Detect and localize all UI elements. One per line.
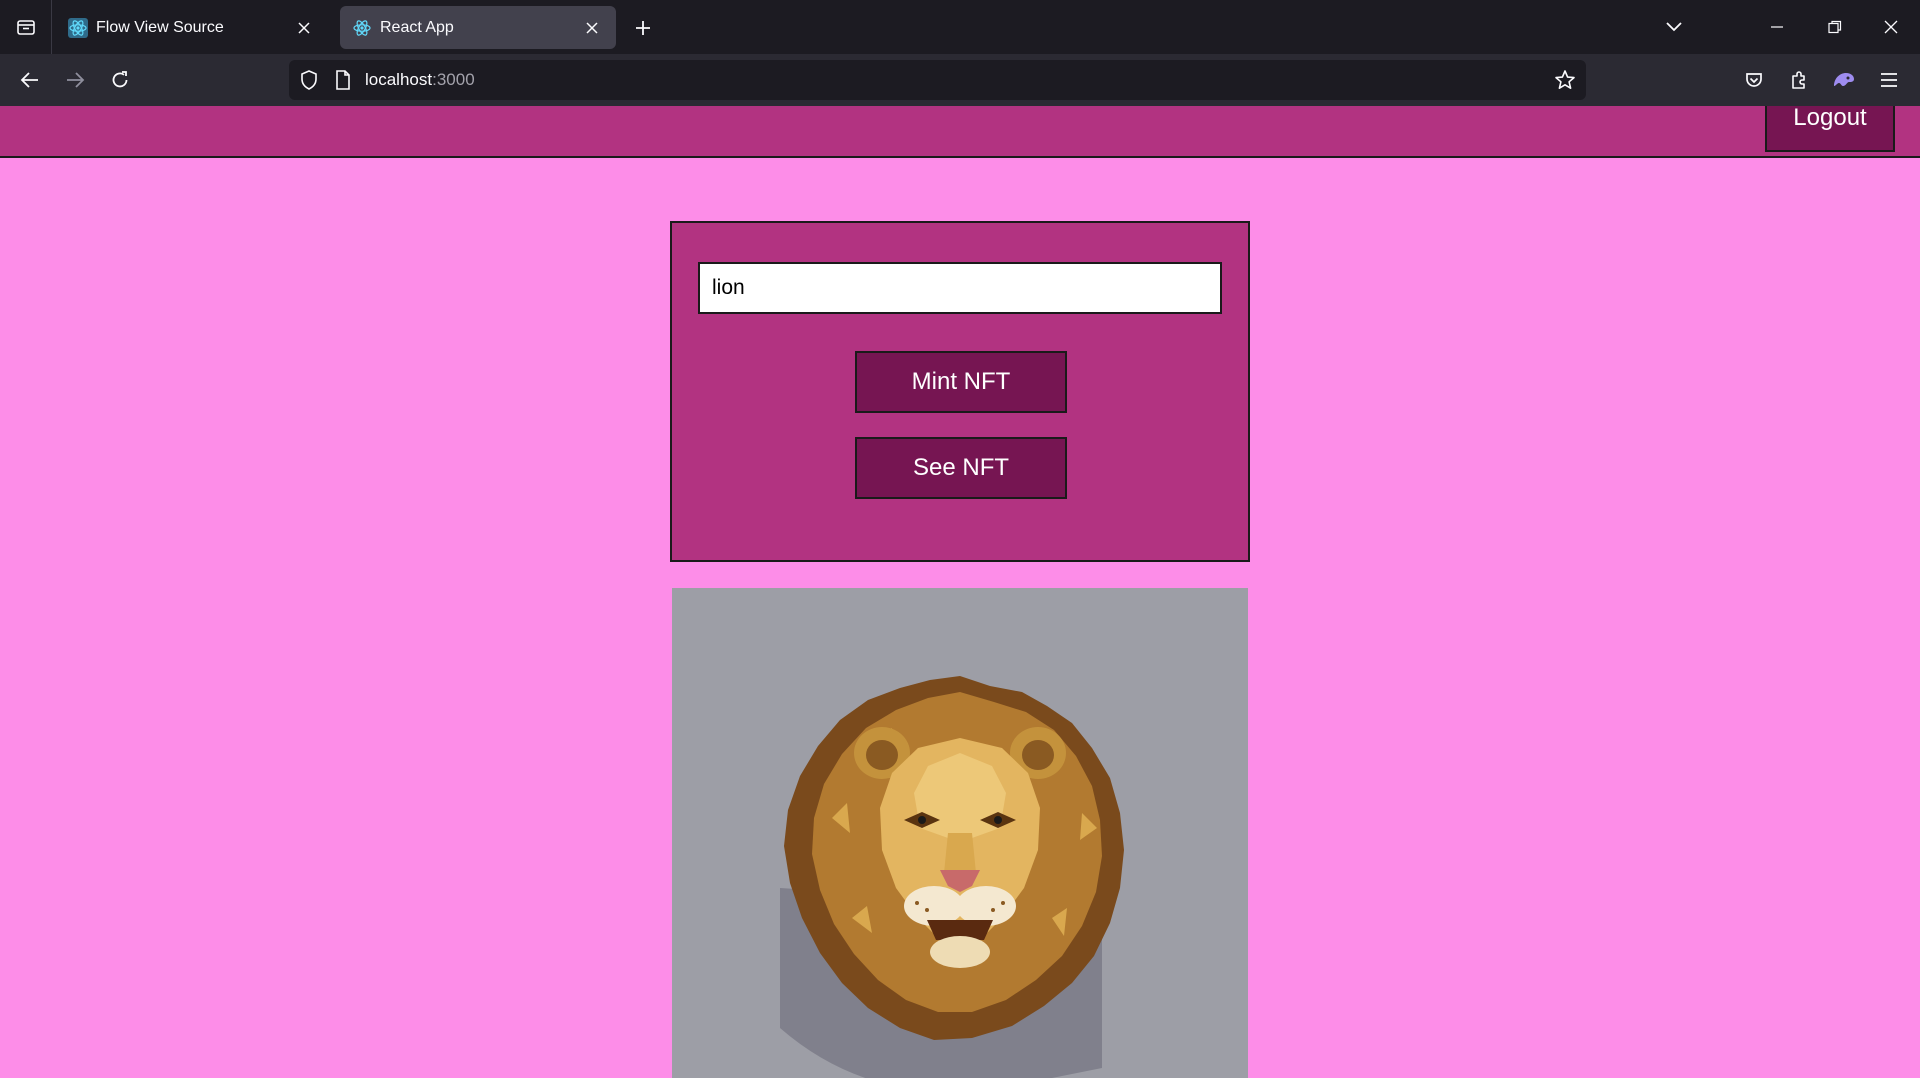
bookmark-star-icon[interactable] [1553,68,1577,92]
extension-avatar-icon [1834,73,1854,86]
lion-illustration [780,676,1124,1078]
minimize-button[interactable] [1757,8,1797,46]
reload-icon [112,71,128,88]
react-icon [68,17,88,38]
minimize-icon [1771,26,1783,28]
reload-button[interactable] [102,62,138,98]
restore-button[interactable] [1815,8,1855,46]
page-icon[interactable] [331,68,355,92]
close-tab-icon[interactable] [292,16,316,40]
nft-prompt-input[interactable] [698,262,1222,314]
list-all-tabs-button[interactable] [1654,8,1694,46]
browser-tab-bar: Flow View Source React App [0,0,1920,54]
extensions-button[interactable] [1781,62,1817,98]
tab-title: React App [380,18,454,36]
tab-react-app[interactable]: React App [340,6,616,49]
page-content: Logout Mint NFT See NFT [0,106,1920,1078]
back-button[interactable] [12,62,48,98]
react-icon [353,19,371,36]
url-bar[interactable]: localhost:3000 [289,60,1586,100]
close-tab-icon[interactable] [580,16,604,40]
url-port: :3000 [432,70,475,89]
navigation-toolbar: localhost:3000 [0,54,1920,106]
mint-panel: Mint NFT See NFT [670,221,1250,562]
pocket-icon [1746,73,1762,87]
url-text: localhost:3000 [365,70,475,90]
chevron-down-icon [1666,22,1682,32]
firefox-view-button[interactable] [0,0,52,54]
shield-icon[interactable] [297,68,321,92]
tab-flow-view-source[interactable]: Flow View Source [56,6,328,49]
see-nft-button[interactable]: See NFT [855,437,1067,499]
app-header: Logout [0,106,1920,158]
arrow-right-icon [67,72,85,88]
nft-image [672,588,1248,1078]
restore-icon [1828,20,1842,34]
puzzle-icon [1792,71,1805,89]
account-button[interactable] [1826,62,1862,98]
url-host: localhost [365,70,433,89]
firefox-view-icon [16,20,35,35]
arrow-left-icon [20,72,38,88]
close-window-button[interactable] [1871,8,1911,46]
hamburger-menu-icon [1881,73,1897,87]
plus-icon [636,21,650,35]
logout-button[interactable]: Logout [1765,106,1895,152]
tab-title: Flow View Source [96,18,224,36]
mint-nft-button[interactable]: Mint NFT [855,351,1067,413]
new-tab-button[interactable] [627,14,659,42]
forward-button[interactable] [57,62,93,98]
pocket-button[interactable] [1736,62,1772,98]
close-icon [1884,20,1898,34]
app-menu-button[interactable] [1871,62,1907,98]
